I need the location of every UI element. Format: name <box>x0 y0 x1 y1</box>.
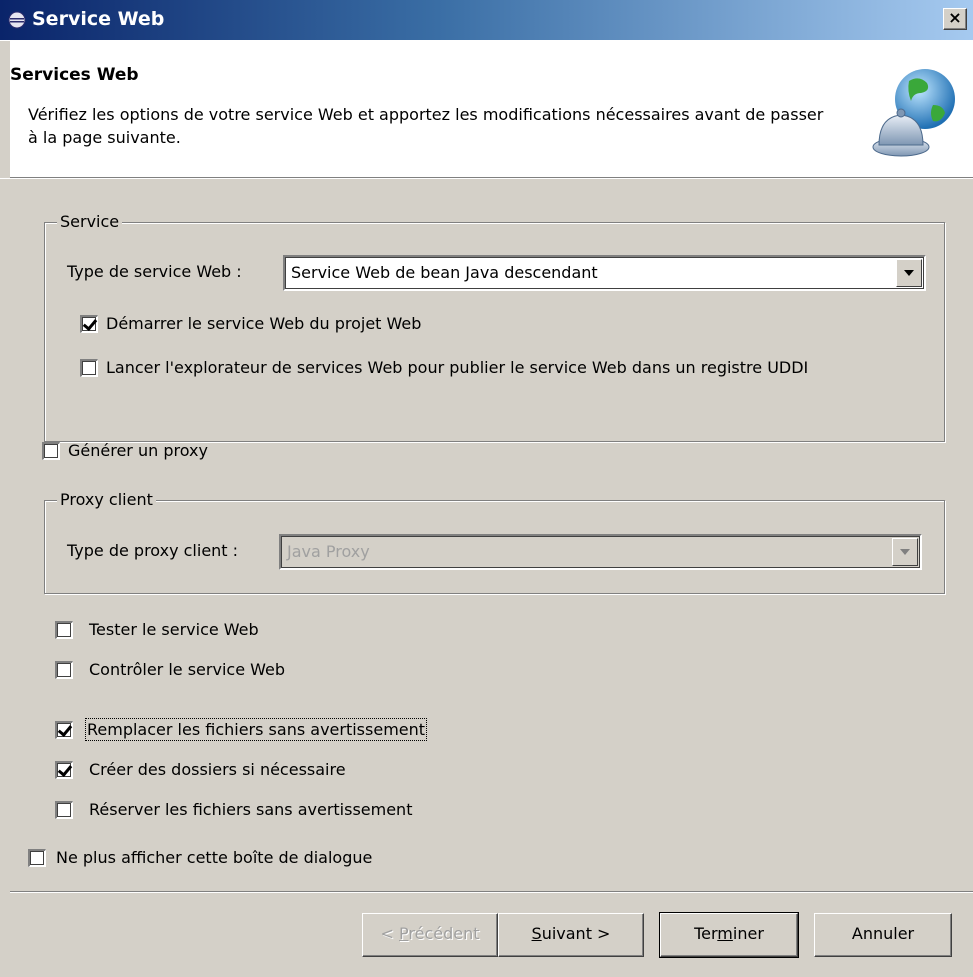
service-type-label: Type de service Web : <box>67 262 242 281</box>
back-suffix: récédent <box>408 924 480 943</box>
checkbox-box[interactable] <box>80 359 98 377</box>
create-folders-label: Créer des dossiers si nécessaire <box>89 760 346 779</box>
proxy-client-group-legend: Proxy client <box>57 490 156 509</box>
next-button[interactable]: Suivant > <box>498 913 644 957</box>
close-button[interactable]: × <box>943 8 967 30</box>
chevron-down-icon <box>892 538 918 566</box>
back-button[interactable]: < Précédent <box>362 913 498 957</box>
window-title: Service Web <box>32 8 165 30</box>
start-service-label: Démarrer le service Web du projet Web <box>106 314 422 333</box>
cancel-button[interactable]: Annuler <box>814 913 952 957</box>
proxy-type-value: Java Proxy <box>287 542 370 561</box>
generate-proxy-label: Générer un proxy <box>68 441 208 460</box>
checkbox-box[interactable] <box>55 761 73 779</box>
launch-explorer-label: Lancer l'explorateur de services Web pou… <box>106 358 809 377</box>
checkbox-box[interactable] <box>55 661 73 679</box>
dont-show-label: Ne plus afficher cette boîte de dialogue <box>56 848 373 867</box>
finish-button[interactable]: Terminer <box>659 912 799 958</box>
finish-mnemonic: m <box>717 924 733 943</box>
globe-bell-icon <box>872 69 955 157</box>
chevron-down-icon[interactable] <box>896 259 922 287</box>
checkbox-box[interactable] <box>28 849 46 867</box>
monitor-service-label: Contrôler le service Web <box>89 660 285 679</box>
finish-prefix: Ter <box>694 924 718 943</box>
checkbox-box[interactable] <box>55 621 73 639</box>
checkbox-box[interactable] <box>80 315 98 333</box>
checkbox-box[interactable] <box>42 442 60 460</box>
checkbox-box[interactable] <box>55 721 73 739</box>
service-type-value: Service Web de bean Java descendant <box>291 263 598 282</box>
banner-description: Vérifiez les options de votre service We… <box>28 105 824 147</box>
banner-title: Services Web <box>10 65 139 85</box>
back-prefix: < <box>380 924 399 943</box>
proxy-type-select: Java Proxy <box>279 534 922 570</box>
finish-suffix: iner <box>732 924 764 943</box>
close-icon: × <box>948 8 962 27</box>
checkout-files-label: Réserver les fichiers sans avertissement <box>89 800 413 819</box>
next-mnemonic: S <box>531 924 542 943</box>
wizard-banner: Services Web Vérifiez les options de vot… <box>10 41 973 178</box>
test-service-label: Tester le service Web <box>89 620 259 639</box>
eclipse-icon <box>8 11 26 29</box>
checkbox-box[interactable] <box>55 801 73 819</box>
title-bar: Service Web × <box>0 0 973 41</box>
overwrite-files-label: Remplacer les fichiers sans avertissemen… <box>84 718 428 741</box>
service-group-legend: Service <box>57 212 123 231</box>
banner-divider <box>0 178 973 179</box>
next-suffix: uivant > <box>541 924 611 943</box>
proxy-type-label: Type de proxy client : <box>67 541 239 560</box>
button-separator <box>10 891 973 893</box>
back-mnemonic: P <box>399 924 409 943</box>
service-type-select[interactable]: Service Web de bean Java descendant <box>283 255 926 291</box>
cancel-label: Annuler <box>851 924 915 943</box>
